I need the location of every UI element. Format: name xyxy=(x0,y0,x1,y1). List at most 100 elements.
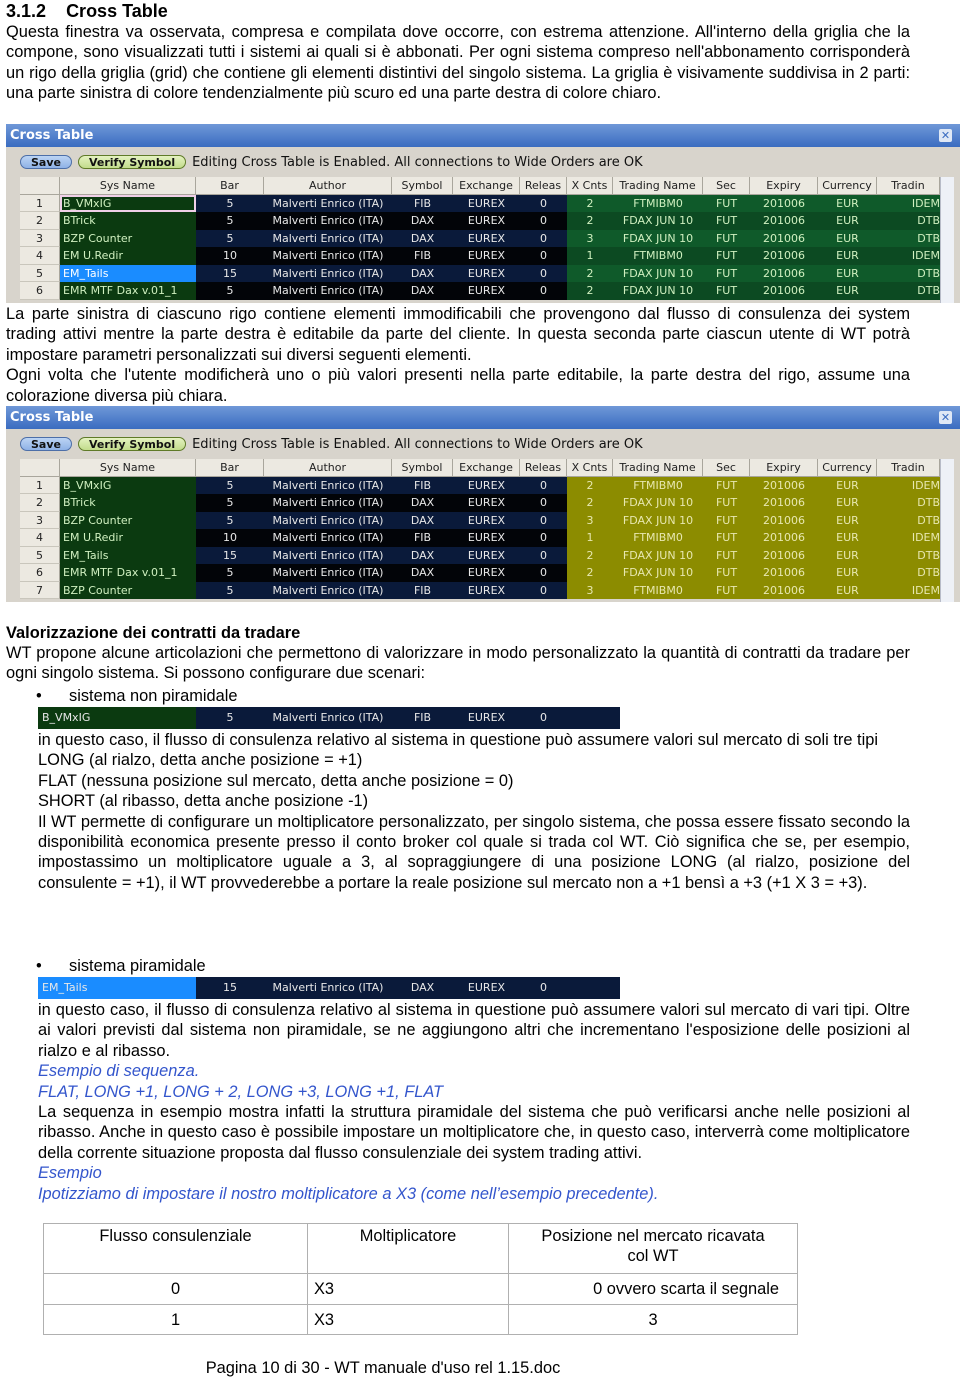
column-header[interactable]: Expiry xyxy=(750,459,818,477)
verify-symbol-button[interactable]: Verify Symbol xyxy=(77,155,187,169)
grid-cell[interactable]: EUR xyxy=(818,282,877,300)
grid-cell[interactable]: FUT xyxy=(703,511,750,529)
grid-cell[interactable]: 0 xyxy=(520,476,567,494)
column-header[interactable] xyxy=(20,459,60,477)
grid-cell[interactable]: 0 xyxy=(520,247,567,265)
grid-cell[interactable]: 4 xyxy=(20,247,60,265)
grid-cell[interactable]: EUREX xyxy=(453,564,520,582)
grid-cell[interactable]: Malverti Enrico (ITA) xyxy=(264,511,392,529)
grid-cell[interactable]: 15 xyxy=(196,264,264,282)
grid-cell[interactable]: DAX xyxy=(392,511,453,529)
grid-cell[interactable]: DTB xyxy=(877,229,940,247)
grid-cell[interactable]: EMR MTF Dax v.01_1 xyxy=(60,564,196,582)
grid-cell[interactable]: EUREX xyxy=(453,229,520,247)
grid-cell[interactable]: DTB xyxy=(877,264,940,282)
grid-cell[interactable]: 201006 xyxy=(750,229,818,247)
grid-cell[interactable]: 0 xyxy=(520,194,567,212)
column-header[interactable]: Tradin xyxy=(877,459,940,477)
grid-cell[interactable]: FUT xyxy=(703,494,750,512)
grid-cell[interactable]: 1 xyxy=(20,476,60,494)
column-header[interactable]: Releas xyxy=(520,177,567,195)
grid-cell[interactable]: EUREX xyxy=(453,247,520,265)
grid-cell[interactable]: FUT xyxy=(703,212,750,230)
grid-cell[interactable]: DTB xyxy=(877,546,940,564)
grid-cell[interactable]: 201006 xyxy=(750,581,818,599)
table-row[interactable]: 1 B_VMxIG 5 Malverti Enrico (ITA) FIB EUREX 0 2… xyxy=(20,476,941,494)
grid-cell[interactable]: 201006 xyxy=(750,529,818,547)
grid-cell[interactable]: Malverti Enrico (ITA) xyxy=(264,194,392,212)
grid-cell[interactable]: 201006 xyxy=(750,494,818,512)
grid-cell[interactable]: 6 xyxy=(20,282,60,300)
grid-cell[interactable]: EUR xyxy=(818,194,877,212)
column-header[interactable]: X Cnts xyxy=(567,177,613,195)
grid-cell[interactable]: EUREX xyxy=(453,529,520,547)
grid-cell[interactable]: 2 xyxy=(567,264,613,282)
grid-cell[interactable]: FUT xyxy=(703,564,750,582)
grid-cell[interactable]: Malverti Enrico (ITA) xyxy=(264,494,392,512)
grid-cell[interactable]: DTB xyxy=(877,212,940,230)
grid-cell[interactable]: 3 xyxy=(567,511,613,529)
table-row[interactable]: 7 BZP Counter 5 Malverti Enrico (ITA) FIB EUR… xyxy=(20,581,941,599)
grid-cell[interactable]: 0 xyxy=(520,494,567,512)
grid-cell[interactable]: B_VMxIG xyxy=(60,194,196,212)
column-header[interactable]: Trading Name xyxy=(613,459,703,477)
grid-cell[interactable]: FTMIBM0 xyxy=(613,247,703,265)
grid-cell[interactable]: 2 xyxy=(567,282,613,300)
grid-cell[interactable]: EUR xyxy=(818,247,877,265)
grid-cell[interactable]: 5 xyxy=(196,581,264,599)
grid-cell[interactable]: EUREX xyxy=(453,194,520,212)
table-row[interactable]: 6 EMR MTF Dax v.01_1 5 Malverti Enrico (ITA… xyxy=(20,564,941,582)
grid-cell[interactable]: Malverti Enrico (ITA) xyxy=(264,212,392,230)
grid-cell[interactable]: Malverti Enrico (ITA) xyxy=(264,282,392,300)
column-header[interactable]: Author xyxy=(264,459,392,477)
grid-cell[interactable]: 15 xyxy=(196,546,264,564)
grid-cell[interactable]: 0 xyxy=(520,229,567,247)
grid-cell[interactable]: EUREX xyxy=(453,581,520,599)
grid-cell[interactable]: 2 xyxy=(567,564,613,582)
table-row[interactable]: 4 EM U.Redir 10 Malverti Enrico (ITA) FIB EUR… xyxy=(20,529,941,547)
grid-cell[interactable]: FUT xyxy=(703,194,750,212)
grid-cell[interactable]: FUT xyxy=(703,546,750,564)
grid-cell[interactable]: IDEM xyxy=(877,581,940,599)
grid-cell[interactable]: 1 xyxy=(567,529,613,547)
grid-cell[interactable]: 6 xyxy=(20,564,60,582)
grid-cell[interactable]: EMR MTF Dax v.01_1 xyxy=(60,282,196,300)
grid-cell[interactable]: 10 xyxy=(196,247,264,265)
grid-cell[interactable]: FIB xyxy=(392,529,453,547)
grid-cell[interactable]: DTB xyxy=(877,494,940,512)
grid-cell[interactable]: FTMIBM0 xyxy=(613,581,703,599)
grid-cell[interactable]: FDAX JUN 10 xyxy=(613,494,703,512)
grid-cell[interactable]: FUT xyxy=(703,282,750,300)
grid-cell[interactable]: 0 xyxy=(520,282,567,300)
grid-cell[interactable]: 5 xyxy=(196,194,264,212)
grid-cell[interactable]: 1 xyxy=(20,194,60,212)
grid-cell[interactable]: B_VMxIG xyxy=(60,476,196,494)
grid-cell[interactable]: FTMIBM0 xyxy=(613,476,703,494)
grid-cell[interactable]: EUR xyxy=(818,229,877,247)
grid-cell[interactable]: 0 xyxy=(520,581,567,599)
grid-cell[interactable]: 0 xyxy=(520,564,567,582)
grid-cell[interactable]: 201006 xyxy=(750,564,818,582)
grid-cell[interactable]: EUR xyxy=(818,564,877,582)
grid-cell[interactable]: EUREX xyxy=(453,494,520,512)
grid-cell[interactable]: FUT xyxy=(703,264,750,282)
grid-cell[interactable]: BZP Counter xyxy=(60,511,196,529)
grid-cell[interactable]: Malverti Enrico (ITA) xyxy=(264,476,392,494)
table-row[interactable]: 4 EM U.Redir 10 Malverti Enrico (ITA) FIB EUR… xyxy=(20,247,941,265)
close-icon[interactable]: ✕ xyxy=(939,411,952,424)
column-header[interactable]: Trading Name xyxy=(613,177,703,195)
column-header[interactable]: Sys Name xyxy=(60,459,196,477)
grid-cell[interactable]: 3 xyxy=(567,229,613,247)
grid-cell[interactable]: 2 xyxy=(20,494,60,512)
grid-cell[interactable]: FDAX JUN 10 xyxy=(613,546,703,564)
table-row[interactable]: 5 EM_Tails 15 Malverti Enrico (ITA) DAX EUREX… xyxy=(20,264,941,282)
grid-cell[interactable]: EUREX xyxy=(453,264,520,282)
column-header[interactable]: Sec xyxy=(703,459,750,477)
grid-cell[interactable]: DTB xyxy=(877,511,940,529)
grid-cell[interactable]: FDAX JUN 10 xyxy=(613,564,703,582)
grid-cell[interactable]: 5 xyxy=(196,564,264,582)
column-header[interactable]: Sec xyxy=(703,177,750,195)
grid-cell[interactable]: FDAX JUN 10 xyxy=(613,212,703,230)
grid-cell[interactable]: IDEM xyxy=(877,194,940,212)
grid-cell[interactable]: 2 xyxy=(567,546,613,564)
